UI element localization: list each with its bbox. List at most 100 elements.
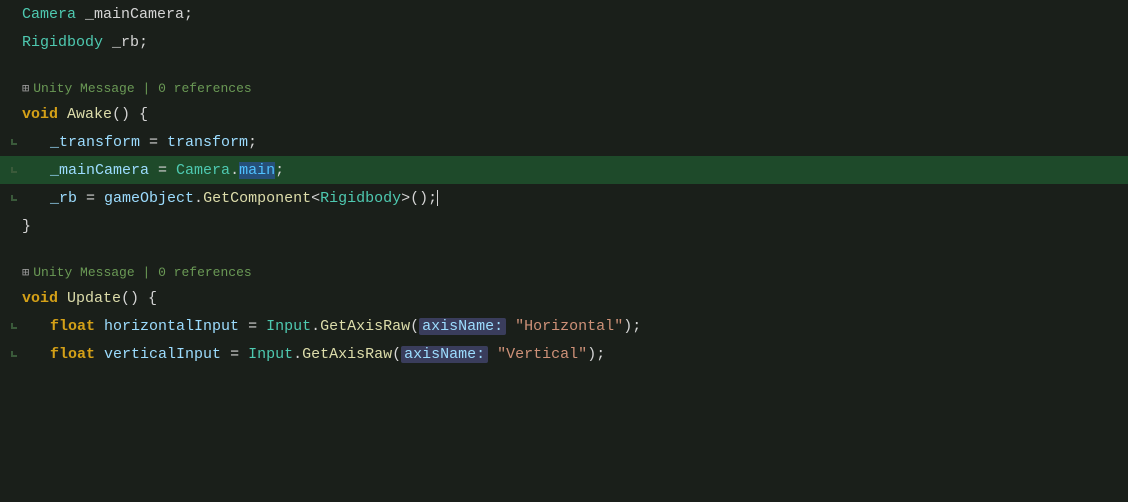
line-content-rb: _rb = gameObject . GetComponent < Rigidb…	[22, 190, 1128, 207]
token-space-v	[95, 346, 104, 363]
line-content-horizontal: float horizontalInput = Input . GetAxisR…	[22, 318, 1128, 335]
gutter-dot-transform	[11, 139, 17, 145]
token-rigidbody-generic: Rigidbody	[320, 190, 401, 207]
token-eq-h: =	[239, 318, 266, 335]
unity-message-label-1: Unity Message	[33, 81, 134, 96]
unity-message-meta-2: ⊞ Unity Message | 0 references	[0, 260, 1128, 284]
code-line-brace-close: }	[0, 212, 1128, 240]
gutter-dot-horizontal	[11, 323, 17, 329]
line-content-vertical: float verticalInput = Input . GetAxisRaw…	[22, 346, 1128, 363]
token-float-v: float	[50, 346, 95, 363]
line-content-meta2: ⊞ Unity Message | 0 references	[22, 265, 1128, 280]
token-camera-type: Camera	[22, 6, 76, 23]
token-transform-val: transform	[167, 134, 248, 151]
token-float-h: float	[50, 318, 95, 335]
token-angle-open: <	[311, 190, 320, 207]
token-semi2: ;	[275, 162, 284, 179]
token-eq2: =	[149, 162, 176, 179]
code-line-2: Rigidbody _rb;	[0, 28, 1128, 56]
token-rigidbody-type: Rigidbody	[22, 34, 103, 51]
line-content-1: Camera _mainCamera;	[22, 6, 1128, 23]
token-dot-h: .	[311, 318, 320, 335]
token-paren-awake: () {	[112, 106, 148, 123]
token-space-h2	[506, 318, 515, 335]
token-paren-update: () {	[121, 290, 157, 307]
line-content-meta1: ⊞ Unity Message | 0 references	[22, 81, 1128, 96]
line-content-2: Rigidbody _rb;	[22, 34, 1128, 51]
token-main-selected: main	[239, 162, 275, 179]
gutter-vertical	[8, 351, 18, 357]
token-paren-open-v: (	[392, 346, 401, 363]
token-dot1: .	[230, 162, 239, 179]
token-rb-var: _rb	[50, 190, 77, 207]
unity-icon-2: ⊞	[22, 265, 29, 280]
references-label-2: 0 references	[158, 265, 252, 280]
text-cursor	[437, 190, 438, 206]
token-maincamera-var: _mainCamera	[50, 162, 149, 179]
token-vertinput-var: verticalInput	[104, 346, 221, 363]
token-space	[58, 106, 67, 123]
code-editor: Camera _mainCamera; Rigidbody _rb; ⊞ Uni…	[0, 0, 1128, 502]
token-dot2: .	[194, 190, 203, 207]
unity-message-sep-2: |	[135, 265, 158, 280]
unity-message-label-2: Unity Message	[33, 265, 134, 280]
token-fn-update: Update	[67, 290, 121, 307]
token-close-brace: }	[22, 218, 31, 235]
token-getaxisraw-h: GetAxisRaw	[320, 318, 410, 335]
token-void-update: void	[22, 290, 58, 307]
line-content-awake: void Awake () {	[22, 106, 1128, 123]
unity-message-meta-1: ⊞ Unity Message | 0 references	[0, 76, 1128, 100]
token-paren-open-h: (	[410, 318, 419, 335]
token-input-cls-h: Input	[266, 318, 311, 335]
token-eq-v: =	[221, 346, 248, 363]
code-line-update: void Update () {	[0, 284, 1128, 312]
token-gameobject: gameObject	[104, 190, 194, 207]
token-axisname-label-v: axisName:	[401, 346, 488, 363]
token-string-horizontal: "Horizontal"	[515, 318, 623, 335]
token-angle-close: >();	[401, 190, 437, 207]
token-getaxisraw-v: GetAxisRaw	[302, 346, 392, 363]
line-content-transform: _transform = transform ;	[22, 134, 1128, 151]
token-void-awake: void	[22, 106, 58, 123]
token-punc-rb: _rb;	[103, 34, 148, 51]
line-content-update: void Update () {	[22, 290, 1128, 307]
token-fn-awake: Awake	[67, 106, 112, 123]
code-line-horizontal: float horizontalInput = Input . GetAxisR…	[0, 312, 1128, 340]
gutter-dot-vertical	[11, 351, 17, 357]
token-dot-v: .	[293, 346, 302, 363]
token-space-update	[58, 290, 67, 307]
gutter-horizontal	[8, 323, 18, 329]
token-horinput-var: horizontalInput	[104, 318, 239, 335]
token-space-h	[95, 318, 104, 335]
token-space-v2	[488, 346, 497, 363]
token-input-cls-v: Input	[248, 346, 293, 363]
line-content-brace: }	[22, 218, 1128, 235]
code-line-maincamera: _mainCamera = Camera . main ;	[0, 156, 1128, 184]
references-label-1: 0 references	[158, 81, 252, 96]
code-line-rb: _rb = gameObject . GetComponent < Rigidb…	[0, 184, 1128, 212]
code-line-vertical: float verticalInput = Input . GetAxisRaw…	[0, 340, 1128, 368]
token-punc: _mainCamera;	[76, 6, 193, 23]
token-axisname-label-h: axisName:	[419, 318, 506, 335]
gutter-transform	[8, 139, 18, 145]
token-paren-close-v: );	[587, 346, 605, 363]
token-getcomponent: GetComponent	[203, 190, 311, 207]
blank-line-2	[0, 240, 1128, 260]
code-line-transform: _transform = transform ;	[0, 128, 1128, 156]
code-line-awake: void Awake () {	[0, 100, 1128, 128]
token-string-vertical: "Vertical"	[497, 346, 587, 363]
gutter-dot-maincamera	[11, 167, 17, 173]
gutter-maincamera	[8, 167, 18, 173]
code-line-1: Camera _mainCamera;	[0, 0, 1128, 28]
gutter-dot-rb	[11, 195, 17, 201]
token-semi1: ;	[248, 134, 257, 151]
token-paren-close-h: );	[623, 318, 641, 335]
gutter-rb	[8, 195, 18, 201]
token-transform-var: _transform	[50, 134, 140, 151]
unity-icon-1: ⊞	[22, 81, 29, 96]
token-eq3: =	[77, 190, 104, 207]
blank-line-1	[0, 56, 1128, 76]
line-content-maincamera: _mainCamera = Camera . main ;	[22, 162, 1128, 179]
unity-message-sep-1: |	[135, 81, 158, 96]
token-eq1: =	[140, 134, 167, 151]
